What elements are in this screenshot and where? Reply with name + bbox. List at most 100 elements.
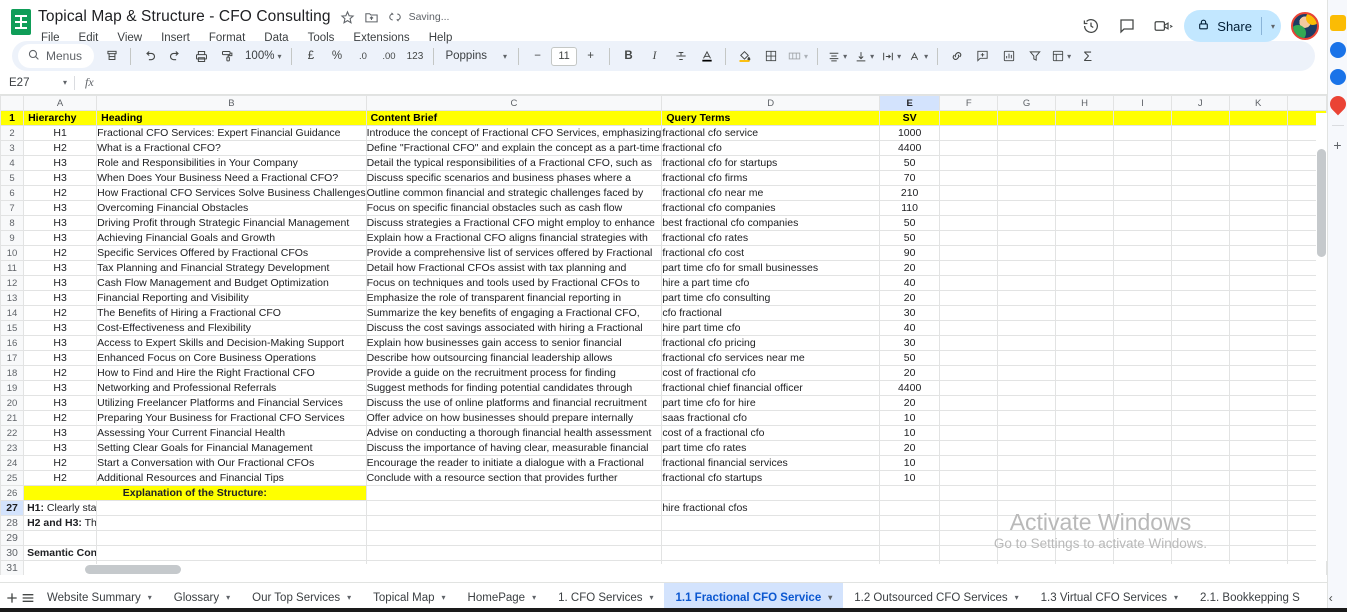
row-header[interactable]: 1 <box>0 110 25 126</box>
header-sv[interactable]: SV <box>878 110 941 126</box>
row-header[interactable]: 24 <box>0 455 25 471</box>
cell-sv[interactable]: 30 <box>878 305 941 321</box>
cell-note-tail[interactable] <box>661 515 880 531</box>
grid-cell[interactable] <box>939 365 999 381</box>
grid-cell[interactable] <box>939 110 999 126</box>
grid-cell[interactable] <box>1170 275 1230 291</box>
document-status-icon[interactable] <box>388 10 402 24</box>
grid-cell[interactable] <box>939 275 999 291</box>
cell-content-brief[interactable]: Summarize the key benefits of engaging a… <box>365 305 663 321</box>
row-header[interactable]: 22 <box>0 425 25 441</box>
cell-note[interactable]: Semantic Connectivity: Each section is l… <box>23 545 98 561</box>
cell-hierarchy[interactable]: H2 <box>23 365 98 381</box>
grid-cell[interactable] <box>1228 545 1288 561</box>
row-header[interactable]: 17 <box>0 350 25 366</box>
grid-cell[interactable] <box>878 515 941 531</box>
grid-cell[interactable] <box>1228 380 1288 396</box>
row-header[interactable]: 28 <box>0 515 25 531</box>
cell-sv[interactable]: 4400 <box>878 380 941 396</box>
cell-heading[interactable]: Cost-Effectiveness and Flexibility <box>96 320 367 336</box>
grid-cell[interactable] <box>1170 455 1230 471</box>
grid-cell[interactable] <box>1228 200 1288 216</box>
star-icon[interactable] <box>340 10 355 25</box>
sheet-tab-chevron-down-icon[interactable]: ▾ <box>226 593 230 602</box>
cell-query-terms[interactable]: fractional cfo cost <box>661 245 880 261</box>
grid-cell[interactable] <box>1112 290 1172 306</box>
cell-heading[interactable]: Financial Reporting and Visibility <box>96 290 367 306</box>
grid-cell[interactable] <box>1055 485 1114 501</box>
grid-cell[interactable] <box>997 395 1057 411</box>
grid-cell[interactable] <box>939 455 999 471</box>
row-header[interactable]: 27 <box>0 500 25 516</box>
cell-content-brief[interactable]: Explain how a Fractional CFO aligns fina… <box>365 230 663 246</box>
grid-cell[interactable] <box>1112 305 1172 321</box>
grid-cell[interactable] <box>1055 260 1114 276</box>
cell-sv[interactable]: 20 <box>878 365 941 381</box>
comment-icon[interactable] <box>1112 11 1142 41</box>
row-header[interactable]: 10 <box>0 245 25 261</box>
cell-sv[interactable]: 1000 <box>878 125 941 141</box>
grid-cell[interactable] <box>1228 365 1288 381</box>
filter-views-icon[interactable]: ▾ <box>1048 44 1074 68</box>
grid-cell[interactable] <box>1170 395 1230 411</box>
cell-hierarchy[interactable]: H3 <box>23 380 98 396</box>
grid-cell[interactable] <box>1170 545 1230 561</box>
grid-cell[interactable] <box>939 425 999 441</box>
cell-sv[interactable]: 110 <box>878 200 941 216</box>
grid-cell[interactable] <box>1112 155 1172 171</box>
grid-cell[interactable] <box>1170 425 1230 441</box>
grid-cell[interactable] <box>1055 200 1114 216</box>
grid-cell[interactable] <box>939 470 999 486</box>
cell-query-terms[interactable]: fractional cfo service <box>661 125 880 141</box>
grid-cell[interactable] <box>997 260 1057 276</box>
text-rotation-icon[interactable]: ▾ <box>905 44 931 68</box>
grid-cell[interactable] <box>1055 455 1114 471</box>
cell-heading[interactable]: Networking and Professional Referrals <box>96 380 367 396</box>
cell-sv[interactable]: 210 <box>878 185 941 201</box>
cell-content-brief[interactable]: Detail the typical responsibilities of a… <box>365 155 663 171</box>
cell-sv[interactable]: 50 <box>878 230 941 246</box>
grid-cell[interactable] <box>1170 125 1230 141</box>
column-header-d[interactable]: D <box>661 95 880 111</box>
share-button[interactable]: Share ▾ <box>1184 10 1281 42</box>
paint-roller-icon[interactable] <box>215 44 240 68</box>
column-header-h[interactable]: H <box>1055 95 1114 111</box>
decrease-decimal-button[interactable]: .0 <box>350 44 375 68</box>
cell-hierarchy[interactable]: H2 <box>23 410 98 426</box>
grid-cell[interactable] <box>365 485 663 501</box>
grid-cell[interactable] <box>1228 425 1288 441</box>
column-header-l[interactable] <box>1286 95 1327 111</box>
increase-decimal-button[interactable]: .00 <box>376 44 401 68</box>
column-header-j[interactable]: J <box>1170 95 1230 111</box>
grid-cell[interactable] <box>997 230 1057 246</box>
grid-cell[interactable] <box>997 455 1057 471</box>
cell-hierarchy[interactable]: H3 <box>23 425 98 441</box>
grid-cell[interactable] <box>1055 275 1114 291</box>
insert-chart-icon[interactable] <box>996 44 1021 68</box>
grid-cell[interactable] <box>939 545 999 561</box>
cell-content-brief[interactable]: Outline common financial and strategic c… <box>365 185 663 201</box>
cell-sv[interactable]: 50 <box>878 350 941 366</box>
row-header[interactable]: 18 <box>0 365 25 381</box>
grid-cell[interactable] <box>1112 380 1172 396</box>
grid-cell[interactable] <box>939 335 999 351</box>
grid-cell[interactable] <box>365 515 663 531</box>
grid-cell[interactable] <box>939 290 999 306</box>
grid-cell[interactable] <box>1112 440 1172 456</box>
cell-sv[interactable]: 40 <box>878 320 941 336</box>
cell-heading[interactable]: Start a Conversation with Our Fractional… <box>96 455 367 471</box>
cell-query-terms[interactable]: cfo fractional <box>661 305 880 321</box>
grid-cell[interactable] <box>365 545 663 561</box>
grid-cell[interactable] <box>997 275 1057 291</box>
grid-cell[interactable] <box>997 380 1057 396</box>
grid-cell[interactable] <box>939 410 999 426</box>
cell-content-brief[interactable]: Detail how Fractional CFOs assist with t… <box>365 260 663 276</box>
horizontal-align-icon[interactable]: ▾ <box>824 44 850 68</box>
cell-query-terms[interactable]: cost of a fractional cfo <box>661 425 880 441</box>
grid-cell[interactable] <box>997 470 1057 486</box>
grid-cell[interactable] <box>997 215 1057 231</box>
grid-cell[interactable] <box>997 500 1057 516</box>
grid-cell[interactable] <box>1112 500 1172 516</box>
grid-cell[interactable] <box>1170 290 1230 306</box>
grid-cell[interactable] <box>1112 455 1172 471</box>
